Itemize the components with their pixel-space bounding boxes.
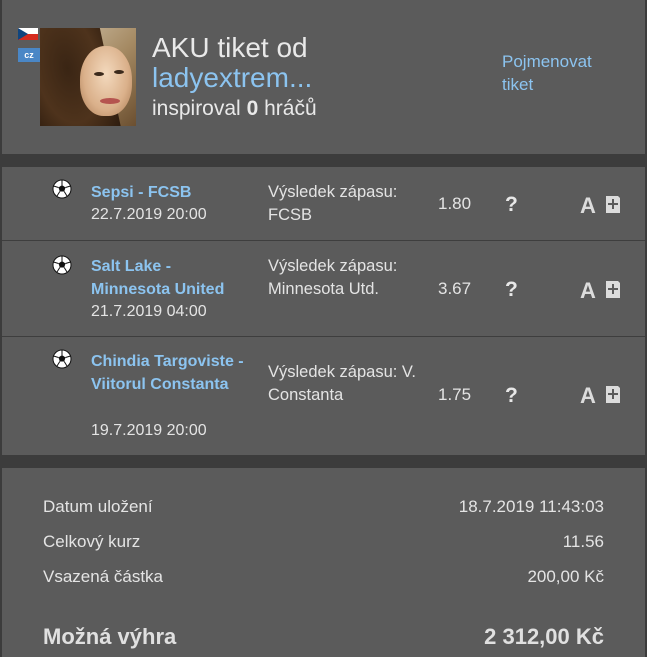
- match-date: 21.7.2019 04:00: [91, 303, 207, 320]
- add-bet-icon[interactable]: [606, 195, 621, 213]
- ticket-frame: cz AKU tiket od ladyextrem... inspiroval…: [0, 0, 647, 657]
- possible-win-value: 2 312,00 Kč: [484, 624, 604, 649]
- match-link[interactable]: Salt Lake - Minnesota United: [91, 255, 251, 301]
- soccer-ball-icon: [52, 255, 72, 275]
- country-badge: cz: [18, 48, 40, 62]
- soccer-ball-icon: [52, 179, 72, 199]
- bet-odds: 1.75: [438, 385, 472, 404]
- match-date: 22.7.2019 20:00: [91, 206, 207, 223]
- bet-outcome: Výsledek zápasu: FCSB: [268, 183, 398, 224]
- czech-flag-icon: [18, 28, 38, 40]
- username-link[interactable]: ladyextrem...: [152, 62, 312, 94]
- bet-row: Salt Lake - Minnesota United 21.7.2019 0…: [2, 241, 645, 337]
- bet-status-icon: ?: [505, 278, 518, 301]
- bet-a-icon[interactable]: A: [580, 280, 596, 302]
- add-bet-icon[interactable]: [606, 280, 621, 298]
- stake-value: 200,00 Kč: [527, 567, 604, 586]
- inspired-count-text: inspiroval 0 hráčů: [152, 96, 317, 122]
- ticket-summary: Datum uložení 18.7.2019 11:43:03 Celkový…: [2, 468, 645, 657]
- inspired-count: 0: [246, 97, 259, 120]
- saved-date-label: Datum uložení: [43, 497, 153, 516]
- stake-label: Vsazená částka: [43, 567, 164, 586]
- bet-odds: 3.67: [438, 279, 472, 298]
- bet-row: Chindia Targoviste - Viitorul Constanta …: [2, 337, 645, 455]
- bet-outcome: Výsledek zápasu: V. Constanta: [268, 363, 416, 404]
- avatar[interactable]: [40, 28, 136, 126]
- bet-odds: 1.80: [438, 194, 472, 213]
- rename-ticket-link[interactable]: Pojmenovat tiket: [502, 50, 622, 96]
- bets-list: Sepsi - FCSB 22.7.2019 20:00 Výsledek zá…: [2, 167, 645, 455]
- ticket-title: AKU tiket od: [152, 32, 308, 63]
- ticket-header: cz AKU tiket od ladyextrem... inspiroval…: [2, 0, 645, 154]
- possible-win-label: Možná výhra: [43, 624, 177, 649]
- match-date: 19.7.2019 20:00: [91, 422, 207, 439]
- bet-a-icon[interactable]: A: [580, 195, 596, 217]
- inspired-prefix: inspiroval: [152, 97, 241, 120]
- bet-outcome: Výsledek zápasu: Minnesota Utd.: [268, 257, 398, 298]
- bet-status-icon: ?: [505, 384, 518, 407]
- match-link[interactable]: Chindia Targoviste - Viitorul Constanta: [91, 350, 251, 396]
- match-link[interactable]: Sepsi - FCSB: [91, 181, 251, 204]
- inspired-suffix: hráčů: [264, 97, 317, 120]
- soccer-ball-icon: [52, 349, 72, 369]
- total-odds-value: 11.56: [562, 532, 604, 551]
- total-odds-label: Celkový kurz: [43, 532, 141, 551]
- bet-row: Sepsi - FCSB 22.7.2019 20:00 Výsledek zá…: [2, 167, 645, 241]
- bet-status-icon: ?: [505, 193, 518, 216]
- saved-date-value: 18.7.2019 11:43:03: [458, 497, 604, 516]
- bet-a-icon[interactable]: A: [580, 385, 596, 407]
- add-bet-icon[interactable]: [606, 385, 621, 403]
